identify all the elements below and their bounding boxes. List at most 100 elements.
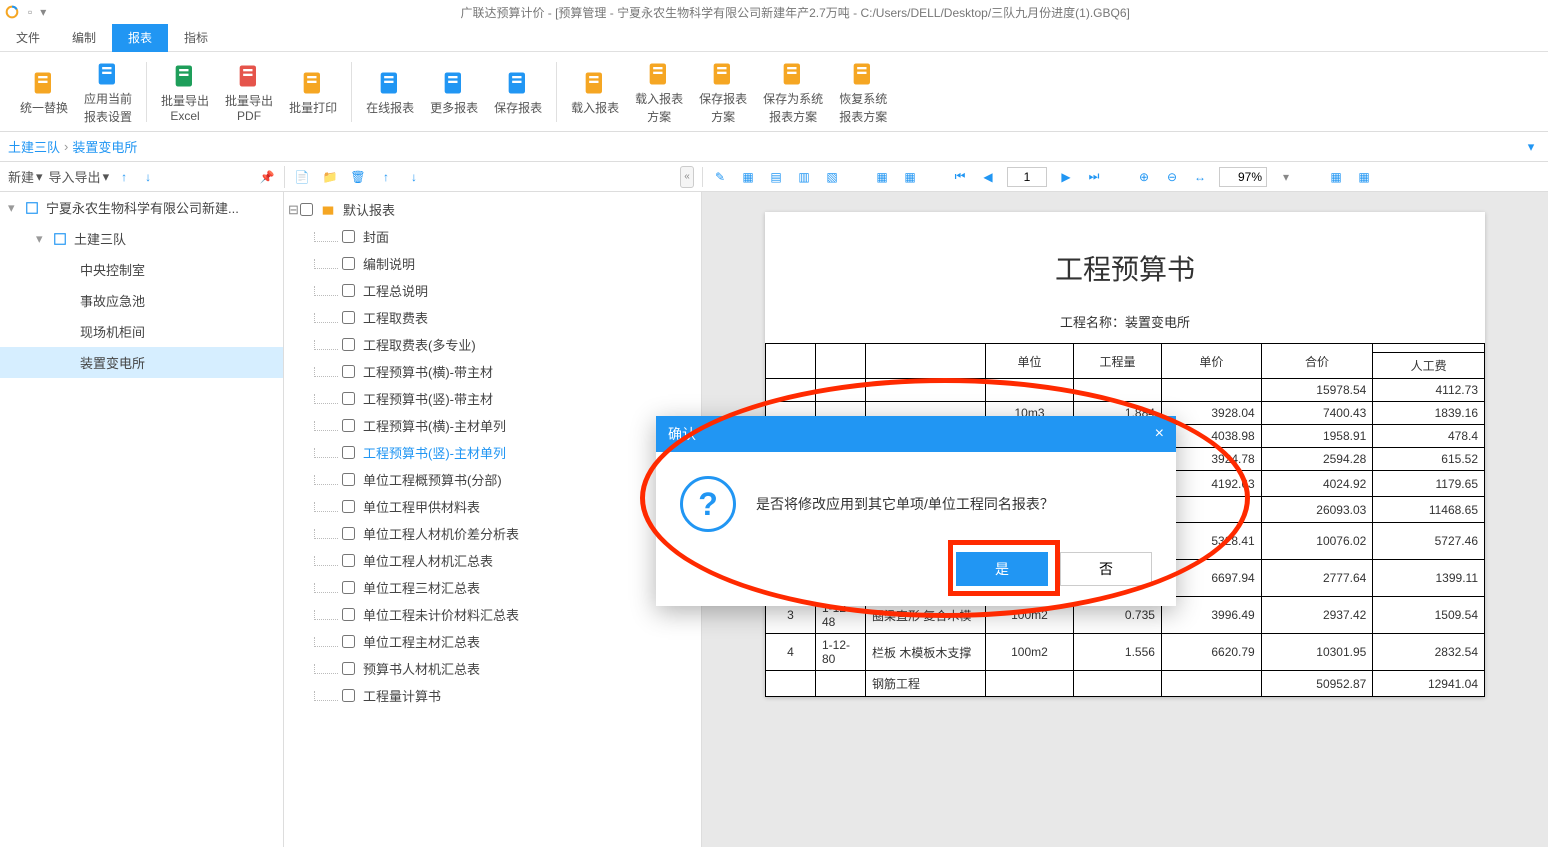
report-item-6[interactable]: 工程预算书(竖)-带主材	[284, 385, 701, 412]
page-setup-icon[interactable]: ▦	[739, 168, 757, 186]
ribbon-save2-button[interactable]: 保存报表方案	[691, 54, 755, 129]
move-up-icon[interactable]: ↑	[115, 168, 133, 186]
ribbon-load2-button[interactable]: 载入报表方案	[627, 54, 691, 129]
ribbon-replace-button[interactable]: 统一替换	[12, 63, 76, 121]
tree-item-2[interactable]: 中央控制室	[0, 254, 283, 285]
report-checkbox[interactable]	[342, 338, 355, 351]
prev-page-icon[interactable]: ◀	[979, 168, 997, 186]
report-item-14[interactable]: 单位工程未计价材料汇总表	[284, 601, 701, 628]
tree-item-5[interactable]: 装置变电所	[0, 347, 283, 378]
breadcrumb-part-1[interactable]: 装置变电所	[72, 137, 137, 156]
report-item-0[interactable]: 封面	[284, 223, 701, 250]
ribbon-print-button[interactable]: 批量打印	[281, 63, 345, 121]
fit-width-icon[interactable]: ↔	[1191, 168, 1209, 186]
add-folder-icon[interactable]: 📁	[321, 168, 339, 186]
report-root[interactable]: ⊟ 默认报表	[284, 196, 701, 223]
report-checkbox[interactable]	[342, 527, 355, 540]
report-checkbox[interactable]	[342, 446, 355, 459]
report-item-17[interactable]: 工程量计算书	[284, 682, 701, 709]
breadcrumb[interactable]: 土建三队 › 装置变电所 ▾	[0, 132, 1548, 162]
move-down-icon[interactable]: ↓	[139, 168, 157, 186]
tool-g-icon[interactable]: ▦	[1355, 168, 1373, 186]
add-report-icon[interactable]: 📄	[293, 168, 311, 186]
report-checkbox[interactable]	[342, 635, 355, 648]
report-item-5[interactable]: 工程预算书(横)-带主材	[284, 358, 701, 385]
report-item-4[interactable]: 工程取费表(多专业)	[284, 331, 701, 358]
breadcrumb-part-0[interactable]: 土建三队	[8, 137, 60, 156]
collapse-icon[interactable]: ⊟	[288, 202, 300, 218]
edit-icon[interactable]: ✎	[711, 168, 729, 186]
menu-edit[interactable]: 编制	[56, 24, 112, 52]
zoom-input[interactable]	[1219, 167, 1267, 187]
report-item-11[interactable]: 单位工程人材机价差分析表	[284, 520, 701, 547]
collapse-mid-icon[interactable]: «	[680, 166, 694, 188]
zoom-dropdown-icon[interactable]: ▾	[1277, 168, 1295, 186]
report-checkbox[interactable]	[342, 311, 355, 324]
tool-f-icon[interactable]: ▦	[1327, 168, 1345, 186]
menu-report[interactable]: 报表	[112, 24, 168, 52]
new-button[interactable]: 新建 ▾	[8, 167, 43, 186]
delete-icon[interactable]: 🗑	[349, 168, 367, 186]
page-number-input[interactable]	[1007, 167, 1047, 187]
dialog-close-icon[interactable]: ×	[1155, 425, 1164, 443]
report-checkbox[interactable]	[342, 392, 355, 405]
report-checkbox[interactable]	[342, 284, 355, 297]
report-item-12[interactable]: 单位工程人材机汇总表	[284, 547, 701, 574]
pin-icon[interactable]: 📌	[258, 168, 276, 186]
ribbon-apply-button[interactable]: 应用当前报表设置	[76, 54, 140, 129]
breadcrumb-dropdown-icon[interactable]: ▾	[1522, 138, 1540, 156]
report-checkbox[interactable]	[342, 257, 355, 270]
report-item-1[interactable]: 编制说明	[284, 250, 701, 277]
report-checkbox[interactable]	[342, 230, 355, 243]
tool-e-icon[interactable]: ▦	[901, 168, 919, 186]
report-item-2[interactable]: 工程总说明	[284, 277, 701, 304]
ribbon-restore-button[interactable]: 恢复系统报表方案	[831, 54, 895, 129]
report-checkbox[interactable]	[342, 365, 355, 378]
report-checkbox[interactable]	[342, 689, 355, 702]
import-export-button[interactable]: 导入导出 ▾	[49, 167, 110, 186]
report-checkbox[interactable]	[342, 554, 355, 567]
report-item-3[interactable]: 工程取费表	[284, 304, 701, 331]
menu-indicator[interactable]: 指标	[168, 24, 224, 52]
report-root-checkbox[interactable]	[300, 203, 313, 216]
item-down-icon[interactable]: ↓	[405, 168, 423, 186]
yes-button[interactable]: 是	[956, 552, 1048, 586]
report-checkbox[interactable]	[342, 608, 355, 621]
report-item-7[interactable]: 工程预算书(横)-主材单列	[284, 412, 701, 439]
tool-b-icon[interactable]: ▥	[795, 168, 813, 186]
report-item-8[interactable]: 工程预算书(竖)-主材单列	[284, 439, 701, 466]
ribbon-more-button[interactable]: 更多报表	[422, 63, 486, 121]
titlebar-quick-icon[interactable]: ▫	[28, 5, 32, 19]
report-item-16[interactable]: 预算书人材机汇总表	[284, 655, 701, 682]
menu-file[interactable]: 文件	[0, 24, 56, 52]
tool-a-icon[interactable]: ▤	[767, 168, 785, 186]
next-page-icon[interactable]: ▶	[1057, 168, 1075, 186]
tree-item-3[interactable]: 事故应急池	[0, 285, 283, 316]
tree-item-0[interactable]: ▾宁夏永农生物科学有限公司新建...	[0, 192, 283, 223]
report-checkbox[interactable]	[342, 581, 355, 594]
report-item-15[interactable]: 单位工程主材汇总表	[284, 628, 701, 655]
item-up-icon[interactable]: ↑	[377, 168, 395, 186]
last-page-icon[interactable]: ⏭	[1085, 168, 1103, 186]
ribbon-pdf-button[interactable]: 批量导出PDF	[217, 56, 281, 128]
no-button[interactable]: 否	[1060, 552, 1152, 586]
ribbon-excel-button[interactable]: 批量导出Excel	[153, 56, 217, 128]
ribbon-load-button[interactable]: 载入报表	[563, 63, 627, 121]
report-item-9[interactable]: 单位工程概预算书(分部)	[284, 466, 701, 493]
tree-item-4[interactable]: 现场机柜间	[0, 316, 283, 347]
report-item-10[interactable]: 单位工程甲供材料表	[284, 493, 701, 520]
report-item-13[interactable]: 单位工程三材汇总表	[284, 574, 701, 601]
zoom-in-icon[interactable]: ⊕	[1135, 168, 1153, 186]
tool-d-icon[interactable]: ▦	[873, 168, 891, 186]
ribbon-save-button[interactable]: 保存报表	[486, 63, 550, 121]
caret-icon[interactable]: ▾	[8, 200, 20, 216]
tree-item-1[interactable]: ▾土建三队	[0, 223, 283, 254]
report-checkbox[interactable]	[342, 419, 355, 432]
report-checkbox[interactable]	[342, 662, 355, 675]
first-page-icon[interactable]: ⏮	[951, 168, 969, 186]
caret-icon[interactable]: ▾	[36, 231, 48, 247]
ribbon-online-button[interactable]: 在线报表	[358, 63, 422, 121]
zoom-out-icon[interactable]: ⊖	[1163, 168, 1181, 186]
report-checkbox[interactable]	[342, 500, 355, 513]
tool-c-icon[interactable]: ▧	[823, 168, 841, 186]
